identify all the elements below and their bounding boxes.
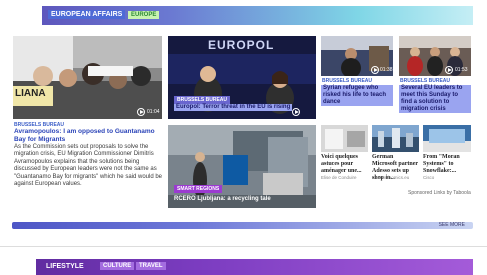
sponsored-image [372,125,419,152]
section-tag-culture[interactable]: CULTURE [100,262,135,270]
refugee-category[interactable]: BRUSSELS BUREAU [322,78,372,84]
refugee-caption[interactable]: Syrian refugee who risked his life to te… [321,85,393,106]
sponsored-source: Elise de Conduire [321,175,357,180]
play-icon[interactable] [371,66,379,74]
section-divider [0,246,487,247]
section-tag-travel[interactable]: TRAVEL [136,262,166,270]
europol-category[interactable]: BRUSSELS BUREAU [174,96,231,104]
lead-title[interactable]: Avramopoulos: I am opposed to Guantanamo… [14,128,164,144]
sponsored-source: Cisco [423,175,435,180]
sponsored-item[interactable]: German Microsoft partner Adesso sets up … [372,125,419,185]
sponsored-image [423,125,471,152]
rcero-video-thumbnail[interactable]: SMART REGIONS RCERO Ljubljana: a recycli… [168,125,316,208]
europol-video-thumbnail[interactable]: EUROPOL BRUSSELS BUREAU Europol: Terror … [168,36,316,119]
sponsored-title[interactable]: From "Moran Systems" to Snowflake:... [423,154,471,175]
play-icon[interactable] [137,108,145,116]
rcero-category[interactable]: SMART REGIONS [174,185,223,193]
rcero-caption[interactable]: RCERO Ljubljana: a recycling tale [174,196,271,203]
europol-screen-text: EUROPOL [208,38,275,52]
play-icon[interactable] [292,108,300,116]
section-title[interactable]: LIFESTYLE [46,263,84,270]
sponsored-source: Channelnomics.eu [372,175,410,180]
see-more-bar[interactable]: SEE MORE [12,222,473,229]
play-icon[interactable] [445,66,453,74]
refugee-video-thumbnail[interactable]: 01:38 [321,36,393,76]
sponsored-title[interactable]: Voici quelques astuces pour aménager une… [321,154,368,175]
section-header-european-affairs: EUROPEAN AFFAIRS EUROPE [12,6,473,25]
section-title[interactable]: EUROPEAN AFFAIRS [48,10,126,19]
eu-leaders-caption[interactable]: Several EU leaders to meet this Sunday t… [399,85,471,113]
video-duration: 01:04 [147,109,160,115]
section-logo [12,6,42,25]
section-tag-europe[interactable]: EUROPE [128,11,160,19]
sponsored-item[interactable]: Voici quelques astuces pour aménager une… [321,125,368,185]
lead-summary: As the Commission sets out proposals to … [14,144,163,188]
eu-leaders-category[interactable]: BRUSSELS BUREAU [400,78,450,84]
video-duration: 01:38 [380,67,393,73]
lead-banner-text: LIANA [15,88,46,99]
lead-video-thumbnail[interactable]: LIANA 01:04 [13,36,162,119]
lead-photo [13,36,162,119]
see-more-link[interactable]: SEE MORE [439,222,465,229]
eu-leaders-video-thumbnail[interactable]: 01:53 [399,36,471,76]
sponsored-image [321,125,368,152]
video-duration: 01:53 [455,67,468,73]
europol-caption[interactable]: Europol: Terror threat in the EU is risi… [174,104,293,111]
section-header-lifestyle: LIFESTYLE CULTURE TRAVEL [12,259,473,275]
sponsored-links-label[interactable]: Sponsored Links by Taboola [408,190,471,196]
section-logo [12,259,36,275]
sponsored-item[interactable]: From "Moran Systems" to Snowflake:... Ci… [423,125,471,185]
